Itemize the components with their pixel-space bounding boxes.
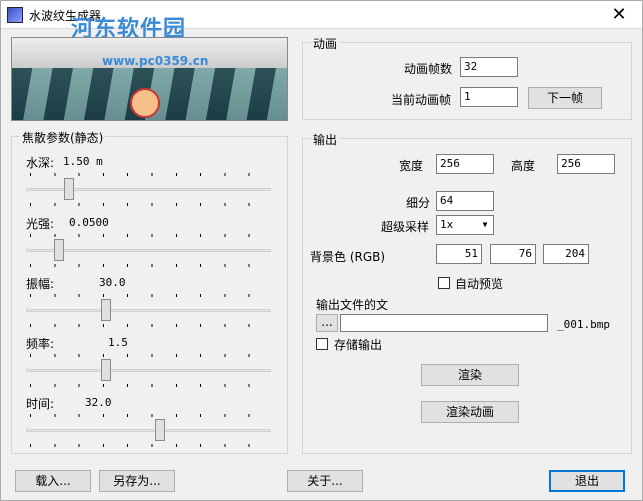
time-value: 32.0 (85, 396, 112, 409)
browse-button[interactable]: ... (316, 314, 338, 332)
main-window: 水波纹生成器 河东软件园 ✕ www.pc0359.cn 动画 动画帧数 32 … (0, 0, 643, 501)
supersample-selected: 1x (440, 218, 454, 231)
next-frame-button[interactable]: 下一帧 (528, 87, 602, 109)
output-file-input[interactable] (340, 314, 548, 332)
bg-red-input[interactable]: 51 (436, 244, 482, 264)
bg-color-label: 背景色 (RGB) (310, 250, 386, 264)
slider-thumb[interactable] (64, 178, 74, 200)
auto-preview-checkbox[interactable] (438, 277, 450, 289)
save-as-button[interactable]: 另存为... (99, 470, 175, 492)
mascot-image (130, 88, 160, 118)
amplitude-value: 30.0 (99, 276, 126, 289)
light-intensity-value: 0.0500 (69, 216, 109, 229)
slider-thumb[interactable] (155, 419, 165, 441)
close-button[interactable]: ✕ (596, 1, 642, 29)
frequency-value: 1.5 (108, 336, 128, 349)
chevron-down-icon[interactable]: ▼ (477, 216, 493, 234)
frequency-slider[interactable] (26, 354, 271, 388)
render-button[interactable]: 渲染 (421, 364, 519, 386)
slider-thumb[interactable] (101, 359, 111, 381)
render-animation-button[interactable]: 渲染动画 (421, 401, 519, 423)
amplitude-slider[interactable] (26, 294, 271, 328)
caustics-group-label: 焦散参数(静态) (20, 129, 106, 146)
supersample-select[interactable]: 1x ▼ (436, 215, 494, 235)
load-button[interactable]: 载入... (15, 470, 91, 492)
light-intensity-slider[interactable] (26, 234, 271, 268)
current-frame-label: 当前动画帧 (391, 93, 452, 107)
preview-watermark-url: www.pc0359.cn (102, 54, 209, 68)
width-label: 宽度 (399, 159, 424, 173)
light-intensity-label: 光强: (26, 217, 55, 231)
depth-slider[interactable] (26, 173, 271, 207)
slider-thumb[interactable] (54, 239, 64, 261)
subdivision-label: 细分 (406, 196, 431, 210)
frequency-label: 频率: (26, 337, 55, 351)
water-preview: www.pc0359.cn (11, 37, 288, 121)
depth-value: 1.50 m (63, 155, 103, 168)
title-bar: 水波纹生成器 河东软件园 ✕ (1, 1, 642, 42)
frames-input[interactable]: 32 (460, 57, 518, 77)
output-file-suffix: _001.bmp (557, 318, 610, 331)
subdivision-input[interactable]: 64 (436, 191, 494, 211)
slider-thumb[interactable] (101, 299, 111, 321)
time-label: 时间: (26, 397, 55, 411)
output-file-label: 输出文件的文 (316, 298, 389, 312)
app-icon (7, 7, 23, 23)
amplitude-label: 振幅: (26, 277, 55, 291)
current-frame-input[interactable]: 1 (460, 87, 518, 107)
auto-preview-label: 自动预览 (455, 277, 504, 291)
save-output-checkbox[interactable] (316, 338, 328, 350)
height-label: 高度 (511, 159, 536, 173)
animation-group-label: 动画 (311, 35, 340, 52)
height-input[interactable]: 256 (557, 154, 615, 174)
save-output-label: 存储输出 (334, 338, 383, 352)
bg-green-input[interactable]: 76 (490, 244, 536, 264)
supersample-label: 超级采样 (381, 220, 430, 234)
time-slider[interactable] (26, 414, 271, 448)
width-input[interactable]: 256 (436, 154, 494, 174)
bg-blue-input[interactable]: 204 (543, 244, 589, 264)
about-button[interactable]: 关于... (287, 470, 363, 492)
exit-button[interactable]: 退出 (549, 470, 625, 492)
depth-label: 水深: (26, 156, 55, 170)
output-group-label: 输出 (311, 131, 340, 148)
frames-label: 动画帧数 (404, 62, 453, 76)
